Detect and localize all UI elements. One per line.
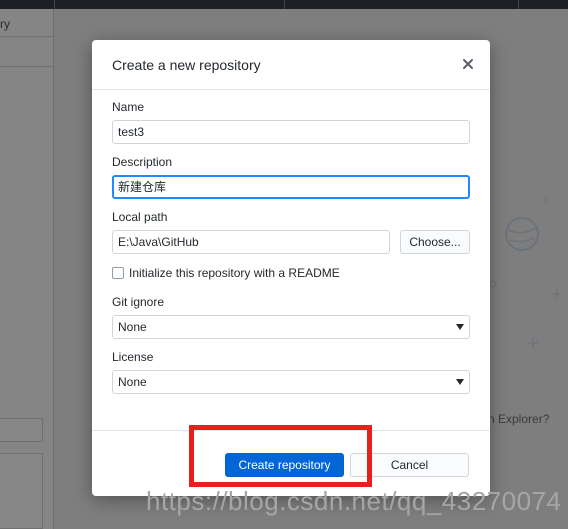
git-ignore-label: Git ignore — [112, 295, 165, 309]
title-bar — [0, 0, 568, 9]
readme-checkbox[interactable] — [112, 267, 124, 279]
description-input[interactable]: 新建仓库 — [112, 175, 470, 199]
git-ignore-value[interactable]: None — [112, 315, 470, 339]
sidebar-header[interactable] — [0, 9, 54, 37]
titlebar-divider — [284, 0, 285, 9]
sparkle-icon — [543, 197, 549, 203]
close-icon[interactable] — [460, 56, 476, 72]
background-hint-text: n Explorer? — [488, 412, 550, 426]
choose-button[interactable]: Choose... — [400, 230, 470, 254]
description-field-group: Description 新建仓库 — [112, 155, 470, 199]
sidebar-row[interactable] — [0, 37, 54, 67]
dialog-title: Create a new repository — [112, 57, 261, 73]
watermark: https://blog.csdn.net/qq_43270074 — [146, 486, 562, 516]
name-input[interactable]: test3 — [112, 120, 470, 144]
readme-option[interactable]: Initialize this repository with a README — [112, 265, 470, 281]
planet-icon — [505, 217, 539, 251]
dialog-header: Create a new repository — [92, 40, 490, 90]
local-path-input[interactable]: E:\Java\GitHub — [112, 230, 390, 254]
license-value[interactable]: None — [112, 370, 470, 394]
summary-input[interactable] — [0, 418, 43, 442]
local-path-label: Local path — [112, 210, 168, 224]
repository-sidebar: ry — [0, 9, 54, 529]
titlebar-divider — [518, 0, 519, 9]
description-textarea[interactable] — [0, 453, 43, 529]
readme-label[interactable]: Initialize this repository with a README — [129, 266, 340, 280]
name-label: Name — [112, 100, 145, 114]
chevron-down-icon — [456, 379, 464, 385]
titlebar-divider — [54, 0, 55, 9]
license-select[interactable]: None — [112, 370, 470, 394]
license-field-group: License None — [112, 350, 470, 394]
local-path-field-group: Local path E:\Java\GitHub Choose... — [112, 210, 470, 254]
chevron-down-icon — [456, 324, 464, 330]
git-ignore-select[interactable]: None — [112, 315, 470, 339]
name-field-group: Name test3 — [112, 100, 470, 144]
sparkle-icon — [553, 290, 561, 298]
git-ignore-field-group: Git ignore None — [112, 295, 470, 339]
description-label: Description — [112, 155, 173, 169]
highlight-box — [189, 425, 372, 487]
dialog-body: Name test3 Description 新建仓库 Local path E… — [112, 100, 470, 405]
license-label: License — [112, 350, 154, 364]
sparkle-icon — [528, 338, 538, 348]
